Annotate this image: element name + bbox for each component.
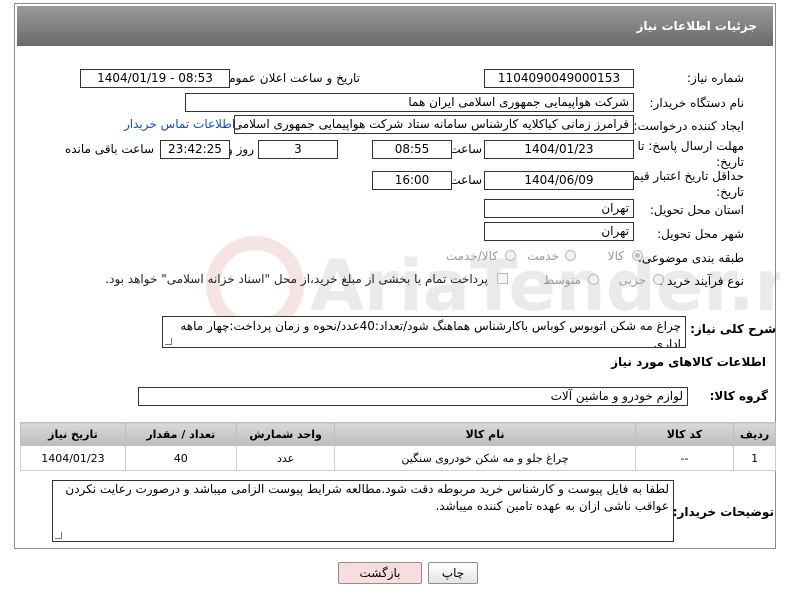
resize-handle-icon[interactable] bbox=[55, 532, 62, 539]
table-row: 1 -- چراغ جلو و مه شکن خودروی سنگین عدد … bbox=[20, 445, 776, 471]
announce-datetime-label: تاریخ و ساعت اعلان عمومی: bbox=[215, 71, 360, 85]
category-radio-goods-service[interactable] bbox=[505, 250, 516, 261]
buyer-org-field: شرکت هواپیمایی جمهوری اسلامی ایران هما bbox=[185, 93, 634, 112]
remaining-time-field: 23:42:25 bbox=[160, 140, 230, 159]
treasury-payment-checkbox[interactable] bbox=[497, 273, 508, 284]
validity-time-label: ساعت bbox=[449, 173, 482, 187]
general-desc-label: شرح کلی نیاز: bbox=[690, 322, 776, 336]
col-header-item-code: کد کالا bbox=[634, 422, 735, 446]
buyer-notes-text: لطفا به فایل پیوست و کارشناس خرید مربوطه… bbox=[65, 482, 669, 513]
announce-datetime-field: 1404/01/19 - 08:53 bbox=[80, 69, 230, 88]
cell-need-date: 1404/01/23 bbox=[20, 445, 126, 471]
goods-table: ردیف کد کالا نام کالا واحد شمارش تعداد /… bbox=[20, 422, 776, 471]
col-header-unit: واحد شمارش bbox=[235, 422, 336, 446]
back-button[interactable]: بازگشت bbox=[338, 562, 422, 584]
general-desc-field: چراغ مه شکن اتوبوس کوباس باکارشناس هماهن… bbox=[162, 316, 686, 348]
day-and-label: روز و bbox=[227, 142, 254, 156]
category-option-service: خدمت bbox=[527, 249, 559, 263]
category-option-goods: کالا bbox=[607, 249, 624, 263]
requester-label: ایجاد کننده درخواست: bbox=[633, 119, 744, 133]
category-radio-service[interactable] bbox=[565, 250, 576, 261]
cell-item-name: چراغ جلو و مه شکن خودروی سنگین bbox=[334, 445, 636, 471]
col-header-quantity: تعداد / مقدار bbox=[124, 422, 237, 446]
deadline-time-label: ساعت bbox=[449, 142, 482, 156]
goods-group-field: لوازم خودرو و ماشین آلات bbox=[138, 387, 688, 406]
purchase-option-medium: متوسط bbox=[543, 273, 581, 287]
deadline-label: مهلت ارسال پاسخ: تا تاریخ: bbox=[637, 139, 744, 169]
purchase-radio-medium[interactable] bbox=[588, 274, 599, 285]
goods-group-label: گروه کالا: bbox=[709, 389, 768, 403]
purchase-option-minor: جزیی bbox=[618, 273, 646, 287]
category-option-goods-service: کالا/خدمت bbox=[445, 249, 498, 263]
need-number-label: شماره نیاز: bbox=[687, 71, 744, 85]
cell-item-code: -- bbox=[634, 445, 735, 471]
delivery-city-label: شهر محل تحویل: bbox=[657, 227, 744, 241]
remaining-label: ساعت باقی مانده bbox=[64, 142, 154, 156]
col-header-item-name: نام کالا bbox=[334, 422, 636, 446]
buyer-notes-label: توضیحات خریدار: bbox=[672, 505, 774, 519]
print-button[interactable]: چاپ bbox=[428, 562, 478, 584]
cell-unit: عدد bbox=[235, 445, 336, 471]
col-header-need-date: تاریخ نیاز bbox=[20, 422, 126, 446]
delivery-province-label: استان محل تحویل: bbox=[649, 203, 744, 217]
deadline-date-field: 1404/01/23 bbox=[484, 140, 634, 159]
cell-row-number: 1 bbox=[733, 445, 776, 471]
panel-header: جزئیات اطلاعات نیاز bbox=[17, 6, 773, 46]
col-header-row-number: ردیف bbox=[733, 422, 776, 446]
buyer-contact-link[interactable]: اطلاعات تماس خریدار bbox=[124, 117, 235, 131]
days-field: 3 bbox=[258, 140, 338, 159]
goods-info-heading: اطلاعات کالاهای مورد نیاز bbox=[611, 355, 766, 369]
purchase-radio-minor[interactable] bbox=[653, 274, 664, 285]
delivery-province-field: تهران bbox=[484, 199, 634, 218]
category-radio-goods[interactable] bbox=[632, 250, 643, 261]
requester-field: قرامرز زمانی کیاکلایه کارشناس سامانه ستا… bbox=[234, 115, 634, 134]
deadline-time-field: 08:55 bbox=[372, 140, 452, 159]
cell-quantity: 40 bbox=[124, 445, 237, 471]
resize-handle-icon[interactable] bbox=[165, 338, 172, 345]
buyer-org-label: نام دستگاه خریدار: bbox=[649, 96, 745, 110]
table-header-row: ردیف کد کالا نام کالا واحد شمارش تعداد /… bbox=[20, 422, 776, 446]
category-label: طبقه بندی موضوعی: bbox=[637, 251, 744, 265]
treasury-payment-note: پرداخت تمام یا بخشی از مبلغ خرید،از محل … bbox=[105, 272, 488, 286]
validity-date-field: 1404/06/09 bbox=[484, 171, 634, 190]
delivery-city-field: تهران bbox=[484, 222, 634, 241]
general-desc-text: چراغ مه شکن اتوبوس کوباس باکارشناس هماهن… bbox=[180, 319, 681, 348]
panel-title: جزئیات اطلاعات نیاز bbox=[636, 19, 757, 33]
validity-time-field: 16:00 bbox=[372, 171, 452, 190]
need-number-field: 1104090049000153 bbox=[484, 69, 634, 88]
purchase-type-label: نوع فرآیند خرید : bbox=[659, 274, 744, 288]
buyer-notes-field: لطفا به فایل پیوست و کارشناس خرید مربوطه… bbox=[52, 480, 674, 542]
